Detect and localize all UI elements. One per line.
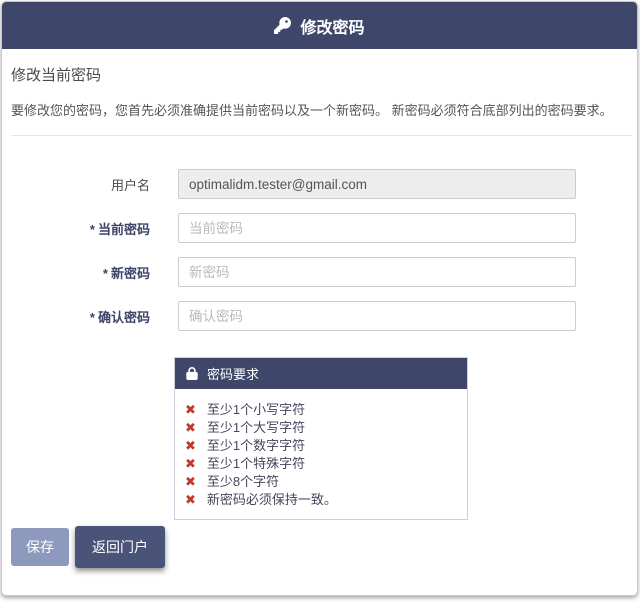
requirements-header: 密码要求	[175, 358, 467, 389]
password-form: 用户名 *当前密码 *新密码 *确认密码	[2, 169, 637, 331]
change-password-card: 修改密码 修改当前密码 要修改您的密码，您首先必须准确提供当前密码以及一个新密码…	[1, 1, 638, 596]
requirement-item: ✖ 新密码必须保持一致。	[185, 491, 457, 509]
requirements-title: 密码要求	[207, 367, 260, 382]
divider	[11, 135, 632, 136]
section-heading: 修改当前密码	[11, 67, 102, 84]
x-mark-icon: ✖	[185, 438, 196, 453]
requirement-item: ✖ 至少1个大写字符	[185, 419, 457, 437]
requirement-text: 至少1个特殊字符	[206, 456, 306, 471]
action-buttons: 保存 返回门户	[11, 526, 637, 568]
x-mark-icon: ✖	[185, 474, 196, 489]
current-password-label: * 当前密码	[89, 221, 150, 237]
requirement-text: 新密码必须保持一致。	[206, 492, 337, 507]
requirement-text: 至少1个小写字符	[206, 402, 306, 417]
x-mark-icon: ✖	[185, 456, 196, 471]
requirement-item: ✖ 至少1个数字字符	[185, 437, 457, 455]
new-password-field[interactable]	[178, 257, 576, 287]
requirement-text: 至少8个字符	[206, 474, 280, 489]
x-mark-icon: ✖	[185, 420, 196, 435]
required-marker: *	[89, 221, 95, 237]
save-button[interactable]: 保存	[11, 528, 69, 566]
username-label: 用户名	[110, 177, 150, 193]
required-marker: *	[102, 265, 108, 281]
lock-icon	[186, 367, 198, 380]
form-row-new-password: * 新密码	[2, 257, 637, 287]
requirements-list: ✖ 至少1个小写字符 ✖ 至少1个大写字符 ✖ 至少1个数字字符 ✖ 至少1个特…	[175, 389, 467, 519]
form-row-current-password: * 当前密码	[2, 213, 637, 243]
form-row-confirm-password: * 确认密码	[2, 301, 637, 331]
new-password-label: * 新密码	[102, 265, 150, 281]
confirm-password-field[interactable]	[178, 301, 576, 331]
return-portal-button[interactable]: 返回门户	[75, 526, 165, 568]
requirement-item: ✖ 至少8个字符	[185, 473, 457, 491]
password-requirements-panel: 密码要求 ✖ 至少1个小写字符 ✖ 至少1个大写字符 ✖ 至少1个数字字符 ✖ …	[174, 357, 468, 520]
form-row-username: 用户名	[2, 169, 637, 199]
page-header: 修改密码	[2, 2, 637, 49]
requirement-item: ✖ 至少1个小写字符	[185, 401, 457, 419]
required-marker: *	[89, 309, 95, 325]
current-password-field[interactable]	[178, 213, 576, 243]
requirement-text: 至少1个数字字符	[206, 438, 306, 453]
username-field[interactable]	[178, 169, 576, 199]
key-icon	[274, 17, 292, 34]
confirm-password-label: * 确认密码	[89, 309, 150, 325]
x-mark-icon: ✖	[185, 492, 196, 507]
requirement-item: ✖ 至少1个特殊字符	[185, 455, 457, 473]
requirement-text: 至少1个大写字符	[206, 420, 306, 435]
section-description: 要修改您的密码，您首先必须准确提供当前密码以及一个新密码。 新密码必须符合底部列…	[11, 103, 613, 118]
x-mark-icon: ✖	[185, 402, 196, 417]
page-title: 修改密码	[300, 19, 365, 37]
